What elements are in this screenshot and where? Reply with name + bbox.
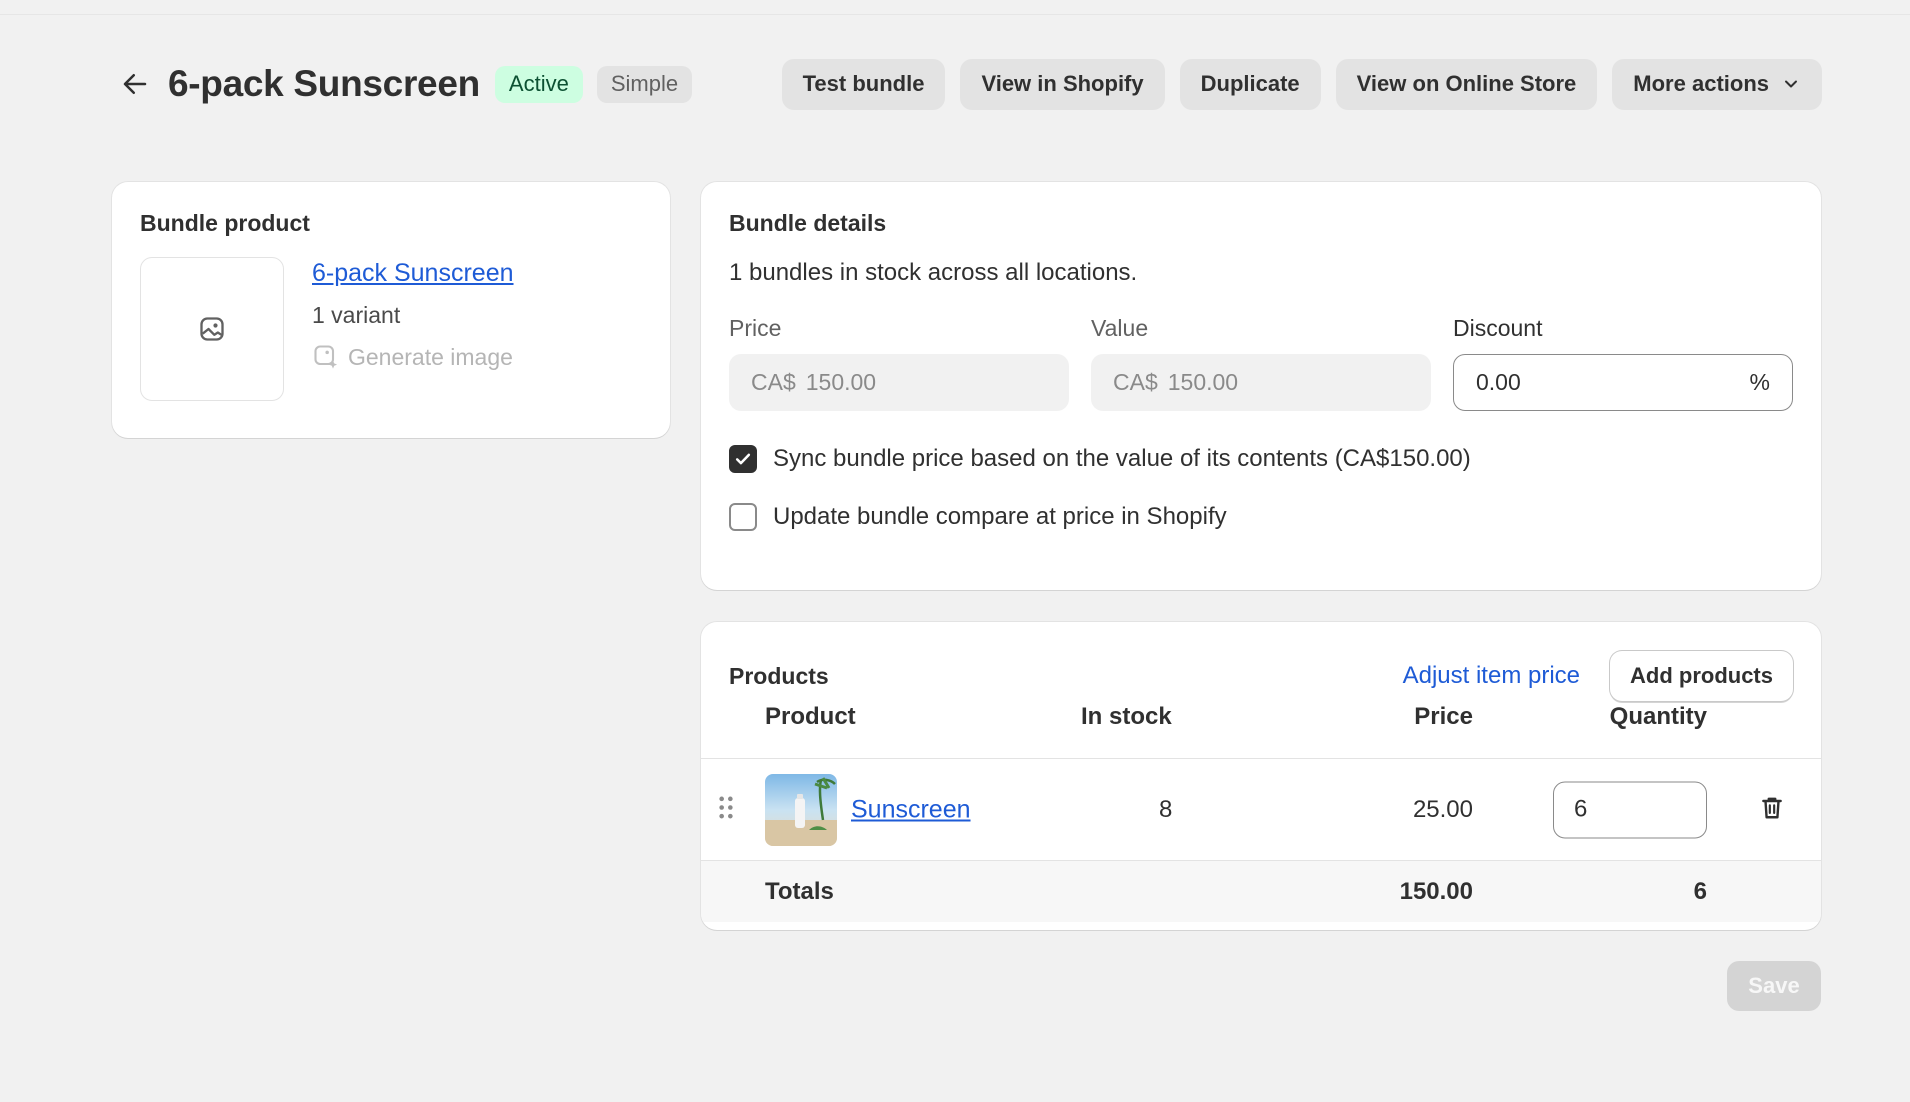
- row-in-stock: 8: [1159, 795, 1173, 823]
- totals-quantity: 6: [1693, 877, 1707, 905]
- trash-icon: [1762, 797, 1782, 818]
- bundle-product-link[interactable]: 6-pack Sunscreen: [312, 259, 514, 288]
- products-table-header: Product In stock Price Quantity: [701, 696, 1821, 738]
- value-value: 150.00: [1167, 369, 1239, 395]
- discount-input[interactable]: 0.00 %: [1453, 354, 1793, 411]
- column-header-price: Price: [1414, 703, 1473, 730]
- image-placeholder-icon: [200, 317, 224, 341]
- totals-label: Totals: [765, 877, 834, 905]
- price-field: Price CA$ 150.00: [729, 315, 1069, 411]
- products-card: Products Adjust item price Add products …: [701, 622, 1821, 930]
- duplicate-button[interactable]: Duplicate: [1179, 58, 1321, 110]
- totals-price: 150.00: [1399, 877, 1473, 905]
- more-actions-label: More actions: [1633, 71, 1769, 96]
- column-header-in-stock: In stock: [1081, 703, 1172, 730]
- generate-image-label: Generate image: [348, 343, 513, 370]
- header-actions: Test bundle View in Shopify Duplicate Vi…: [781, 58, 1822, 110]
- save-button[interactable]: Save: [1727, 961, 1821, 1011]
- column-header-quantity: Quantity: [1609, 703, 1707, 730]
- magic-image-icon: [314, 345, 338, 369]
- products-title: Products: [729, 662, 829, 689]
- table-row: Sunscreen 8 25.00 6: [701, 758, 1821, 860]
- test-bundle-button[interactable]: Test bundle: [781, 58, 946, 110]
- checkmark-icon: [735, 453, 751, 465]
- price-label: Price: [729, 315, 782, 341]
- adjust-item-price-link[interactable]: Adjust item price: [1403, 662, 1580, 690]
- totals-row: Totals 150.00 6: [701, 860, 1821, 922]
- price-currency: CA$: [751, 369, 796, 395]
- value-input: CA$ 150.00: [1091, 354, 1431, 411]
- generate-image-button[interactable]: Generate image: [312, 343, 514, 371]
- price-value: 150.00: [805, 369, 877, 395]
- compare-price-option: Update bundle compare at price in Shopif…: [729, 503, 1793, 531]
- compare-price-checkbox[interactable]: [729, 503, 757, 531]
- variant-count: 1 variant: [312, 302, 401, 328]
- product-link-sunscreen[interactable]: Sunscreen: [851, 795, 971, 824]
- stock-summary: 1 bundles in stock across all locations.: [729, 259, 1138, 286]
- value-currency: CA$: [1113, 369, 1158, 395]
- quantity-input[interactable]: 6: [1553, 781, 1707, 838]
- back-button[interactable]: [112, 61, 158, 107]
- bundle-product-card: Bundle product 6-pack Sunscreen 1 varian…: [112, 182, 670, 438]
- bundle-details-card: Bundle details 1 bundles in stock across…: [701, 182, 1821, 590]
- column-header-product: Product: [765, 703, 856, 730]
- sync-price-checkbox[interactable]: [729, 445, 757, 473]
- discount-value: 0.00: [1476, 369, 1521, 395]
- discount-suffix: %: [1749, 369, 1770, 395]
- view-in-shopify-button[interactable]: View in Shopify: [960, 58, 1165, 110]
- bundle-product-title: Bundle product: [140, 210, 310, 236]
- value-label: Value: [1091, 315, 1149, 341]
- page-header: 6-pack Sunscreen Active Simple Test bund…: [112, 58, 1822, 110]
- sync-price-label: Sync bundle price based on the value of …: [773, 445, 1471, 472]
- type-badge: Simple: [596, 65, 693, 103]
- sync-price-option: Sync bundle price based on the value of …: [729, 445, 1793, 473]
- row-price: 25.00: [1412, 795, 1473, 823]
- price-input: CA$ 150.00: [729, 354, 1069, 411]
- product-thumbnail: [765, 773, 837, 846]
- compare-price-label: Update bundle compare at price in Shopif…: [773, 503, 1227, 530]
- bundle-details-title: Bundle details: [729, 210, 887, 236]
- chevron-down-icon: [1785, 80, 1797, 88]
- more-actions-button[interactable]: More actions: [1612, 58, 1822, 110]
- discount-label: Discount: [1453, 315, 1543, 341]
- drag-handle-icon[interactable]: [717, 794, 735, 825]
- bundle-product-thumbnail[interactable]: [140, 257, 284, 401]
- page-title: 6-pack Sunscreen: [168, 63, 480, 104]
- delete-button[interactable]: [1759, 793, 1785, 826]
- quantity-value: 6: [1574, 795, 1588, 823]
- top-divider: [0, 14, 1910, 15]
- status-badge: Active: [494, 65, 583, 103]
- discount-field: Discount 0.00 %: [1453, 315, 1793, 411]
- view-online-store-button[interactable]: View on Online Store: [1335, 58, 1598, 110]
- value-field: Value CA$ 150.00: [1091, 315, 1431, 411]
- arrow-left-icon: [123, 74, 147, 94]
- add-products-button[interactable]: Add products: [1610, 651, 1793, 701]
